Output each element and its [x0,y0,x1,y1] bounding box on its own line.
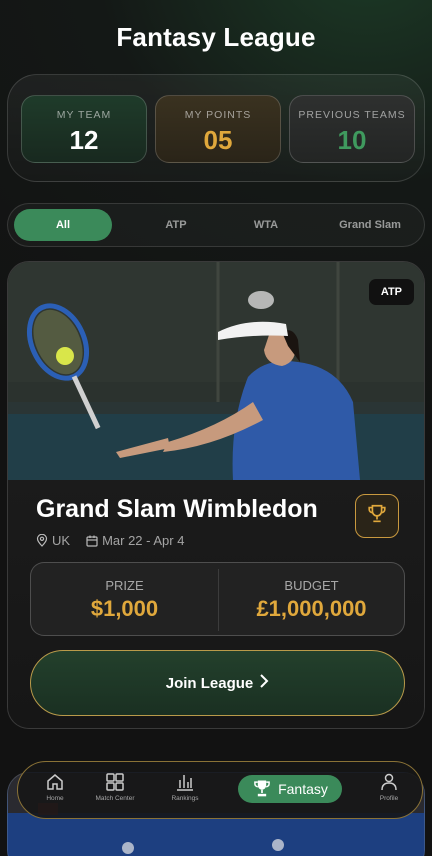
nav-profile[interactable]: Profile [374,772,404,802]
my-points-value: 05 [203,125,233,155]
tab-grand-slam[interactable]: Grand Slam [326,209,414,241]
filter-tabs: All ATP WTA Grand Slam [7,203,425,247]
my-team-card[interactable]: MY TEAM 12 [21,95,147,163]
chevron-right-icon [259,674,269,692]
my-team-label: MY TEAM [56,109,112,121]
nav-home[interactable]: Home [40,772,70,802]
league-hero-image: ATP [8,262,424,480]
league-dates: Mar 22 - Apr 4 [102,533,185,548]
page-title: Fantasy League [116,22,316,52]
league-meta: UK Mar 22 - Apr 4 [36,533,184,548]
home-icon [40,772,70,792]
tab-wta[interactable]: WTA [226,209,306,241]
user-icon [374,772,404,792]
calendar-icon [86,535,98,547]
category-badge: ATP [368,279,414,305]
prize-value: $1,000 [90,596,159,621]
trophy-icon [252,778,272,801]
my-team-value: 12 [69,125,99,155]
budget-column: BUDGET £1,000,000 [218,563,405,637]
trophy-button[interactable] [355,494,399,538]
prize-label: PRIZE [105,578,144,593]
join-league-label: Join League [165,674,254,692]
join-league-button[interactable]: Join League [30,650,405,716]
league-location: UK [52,533,71,548]
previous-teams-value: 10 [337,125,367,155]
nav-rankings[interactable]: Rankings [168,772,202,802]
stats-panel: MY TEAM 12 MY POINTS 05 PREVIOUS TEAMS 1… [7,74,425,182]
prize-column: PRIZE $1,000 [31,563,218,637]
previous-teams-label: PREVIOUS TEAMS [298,109,406,121]
league-title: Grand Slam Wimbledon [36,495,318,523]
league-card[interactable]: ATP Grand Slam Wimbledon UK Mar 22 - Apr… [7,261,425,729]
bar-chart-icon [168,772,202,792]
league-card-body: Grand Slam Wimbledon UK Mar 22 - Apr 4 P… [8,480,424,728]
my-points-label: MY POINTS [184,109,252,121]
nav-fantasy-label: Fantasy [278,781,328,797]
tab-atp[interactable]: ATP [136,209,216,241]
trophy-icon [366,503,388,530]
nav-match-center[interactable]: Match Center [94,772,136,802]
previous-teams-card[interactable]: PREVIOUS TEAMS 10 [289,95,415,163]
prize-budget-box: PRIZE $1,000 BUDGET £1,000,000 [30,562,405,636]
nav-fantasy[interactable]: Fantasy [238,775,342,803]
tab-all[interactable]: All [14,209,112,241]
location-pin-icon [36,534,48,547]
nav-match-center-label: Match Center [95,795,135,802]
my-points-card[interactable]: MY POINTS 05 [155,95,281,163]
budget-label: BUDGET [284,578,339,593]
nav-profile-label: Profile [379,795,399,802]
nav-rankings-label: Rankings [171,795,199,802]
nav-home-label: Home [46,795,64,802]
bottom-nav: Home Match Center Rankings Fantasy Profi… [17,761,423,819]
grid-icon [94,772,136,792]
budget-value: £1,000,000 [256,596,367,621]
